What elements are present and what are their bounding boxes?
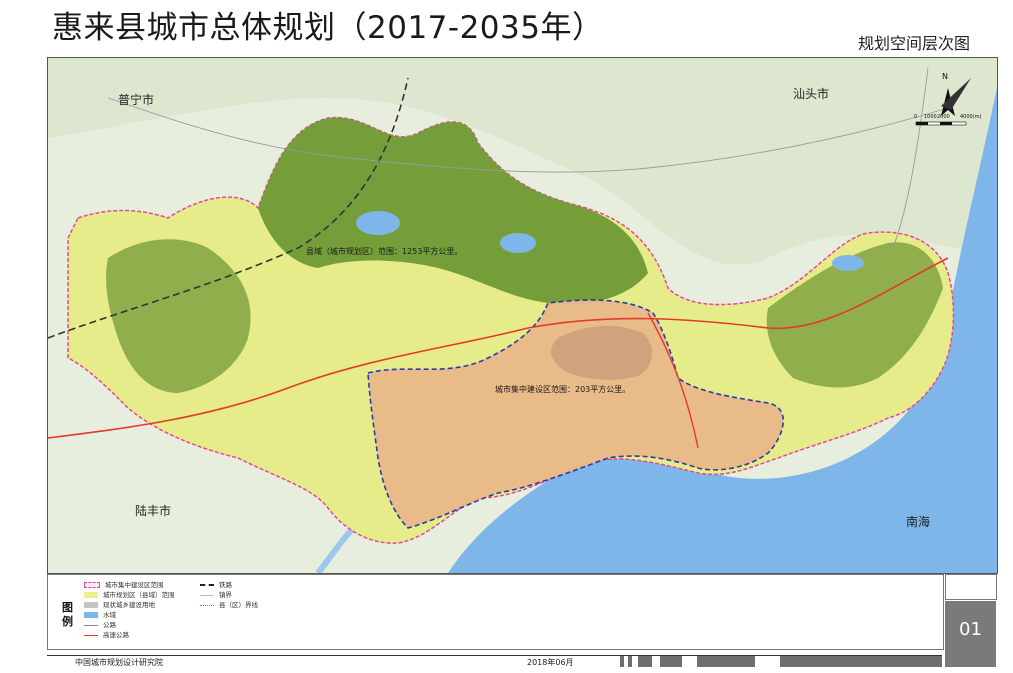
footer-bar xyxy=(660,656,682,667)
legend-label: 城市集中建设区范围 xyxy=(105,581,164,589)
legend-swatch-expressway xyxy=(84,634,98,636)
map-view[interactable]: N 0 1000 2000 4000(m) 普宁市 汕头市 陆丰市 南海 县域（… xyxy=(47,57,998,574)
legend-label: 公路 xyxy=(103,621,116,629)
legend-label: 城市规划区（县域）范围 xyxy=(103,591,175,599)
map-subtitle: 规划空间层次图 xyxy=(858,34,971,53)
footer-organization: 中国城市规划设计研究院 xyxy=(75,658,163,667)
legend-label: 镇界 xyxy=(219,591,232,599)
legend-swatch-central-boundary xyxy=(84,582,100,588)
legend-swatch-road xyxy=(84,624,98,626)
legend-item: 高速公路 xyxy=(84,631,129,640)
north-label: N xyxy=(942,72,948,81)
map-canvas xyxy=(48,58,997,573)
reservoir xyxy=(832,255,864,271)
legend-item: 铁路 xyxy=(200,581,232,590)
page-number-frame xyxy=(945,574,997,600)
legend-item: 城市集中建设区范围 xyxy=(84,581,164,590)
legend-panel: 图例 城市集中建设区范围 城市规划区（县域）范围 现状城乡建设用地 水域 公路 … xyxy=(47,574,944,650)
scale-tick-0: 0 xyxy=(914,114,918,120)
reservoir xyxy=(356,211,400,235)
legend-item: 公路 xyxy=(84,621,116,630)
footer-bar xyxy=(620,656,624,667)
page-title: 惠来县城市总体规划（2017-2035年） xyxy=(52,10,604,46)
legend-label: 县（区）界线 xyxy=(219,601,258,609)
label-lufeng: 陆丰市 xyxy=(135,504,172,518)
legend-swatch-water xyxy=(84,612,98,618)
footer-bar xyxy=(780,656,942,667)
footer-bar xyxy=(628,656,632,667)
footer-date: 2018年06月 xyxy=(527,658,574,667)
map-sheet: 惠来县城市总体规划（2017-2035年） 规划空间层次图 N 0 1000 2… xyxy=(0,0,1013,673)
label-nanhai: 南海 xyxy=(906,515,931,529)
legend-item: 县（区）界线 xyxy=(200,601,258,610)
legend-label: 高速公路 xyxy=(103,631,129,639)
footer-bar xyxy=(638,656,652,667)
reservoir xyxy=(500,233,536,253)
label-puning: 普宁市 xyxy=(118,93,155,107)
legend-label: 铁路 xyxy=(219,581,232,589)
page-number: 01 xyxy=(945,601,996,667)
scale-tick-2000: 2000 xyxy=(937,114,950,120)
legend-swatch-county xyxy=(84,592,98,598)
label-shantou: 汕头市 xyxy=(793,87,830,101)
legend-swatch-railway xyxy=(200,584,214,586)
legend-swatch-town-boundary xyxy=(200,594,214,596)
scale-bar xyxy=(915,121,967,126)
legend-item: 镇界 xyxy=(200,591,232,600)
footer-bar xyxy=(697,656,755,667)
label-central-area: 城市集中建设区范围：203平方公里。 xyxy=(495,385,631,394)
scale-tick-4000: 4000(m) xyxy=(960,114,982,120)
legend-item: 城市规划区（县域）范围 xyxy=(84,591,175,600)
label-county-area: 县域（城市规划区）范围：1253平方公里。 xyxy=(306,247,463,256)
legend-label: 水域 xyxy=(103,611,116,619)
legend-swatch-builtup xyxy=(84,602,98,608)
legend-swatch-county-line xyxy=(200,604,214,606)
legend-item: 现状城乡建设用地 xyxy=(84,601,155,610)
legend-item: 水域 xyxy=(84,611,116,620)
legend-heading: 图例 xyxy=(62,601,73,628)
legend-label: 现状城乡建设用地 xyxy=(103,601,155,609)
scale-tick-1000: 1000 xyxy=(924,114,937,120)
